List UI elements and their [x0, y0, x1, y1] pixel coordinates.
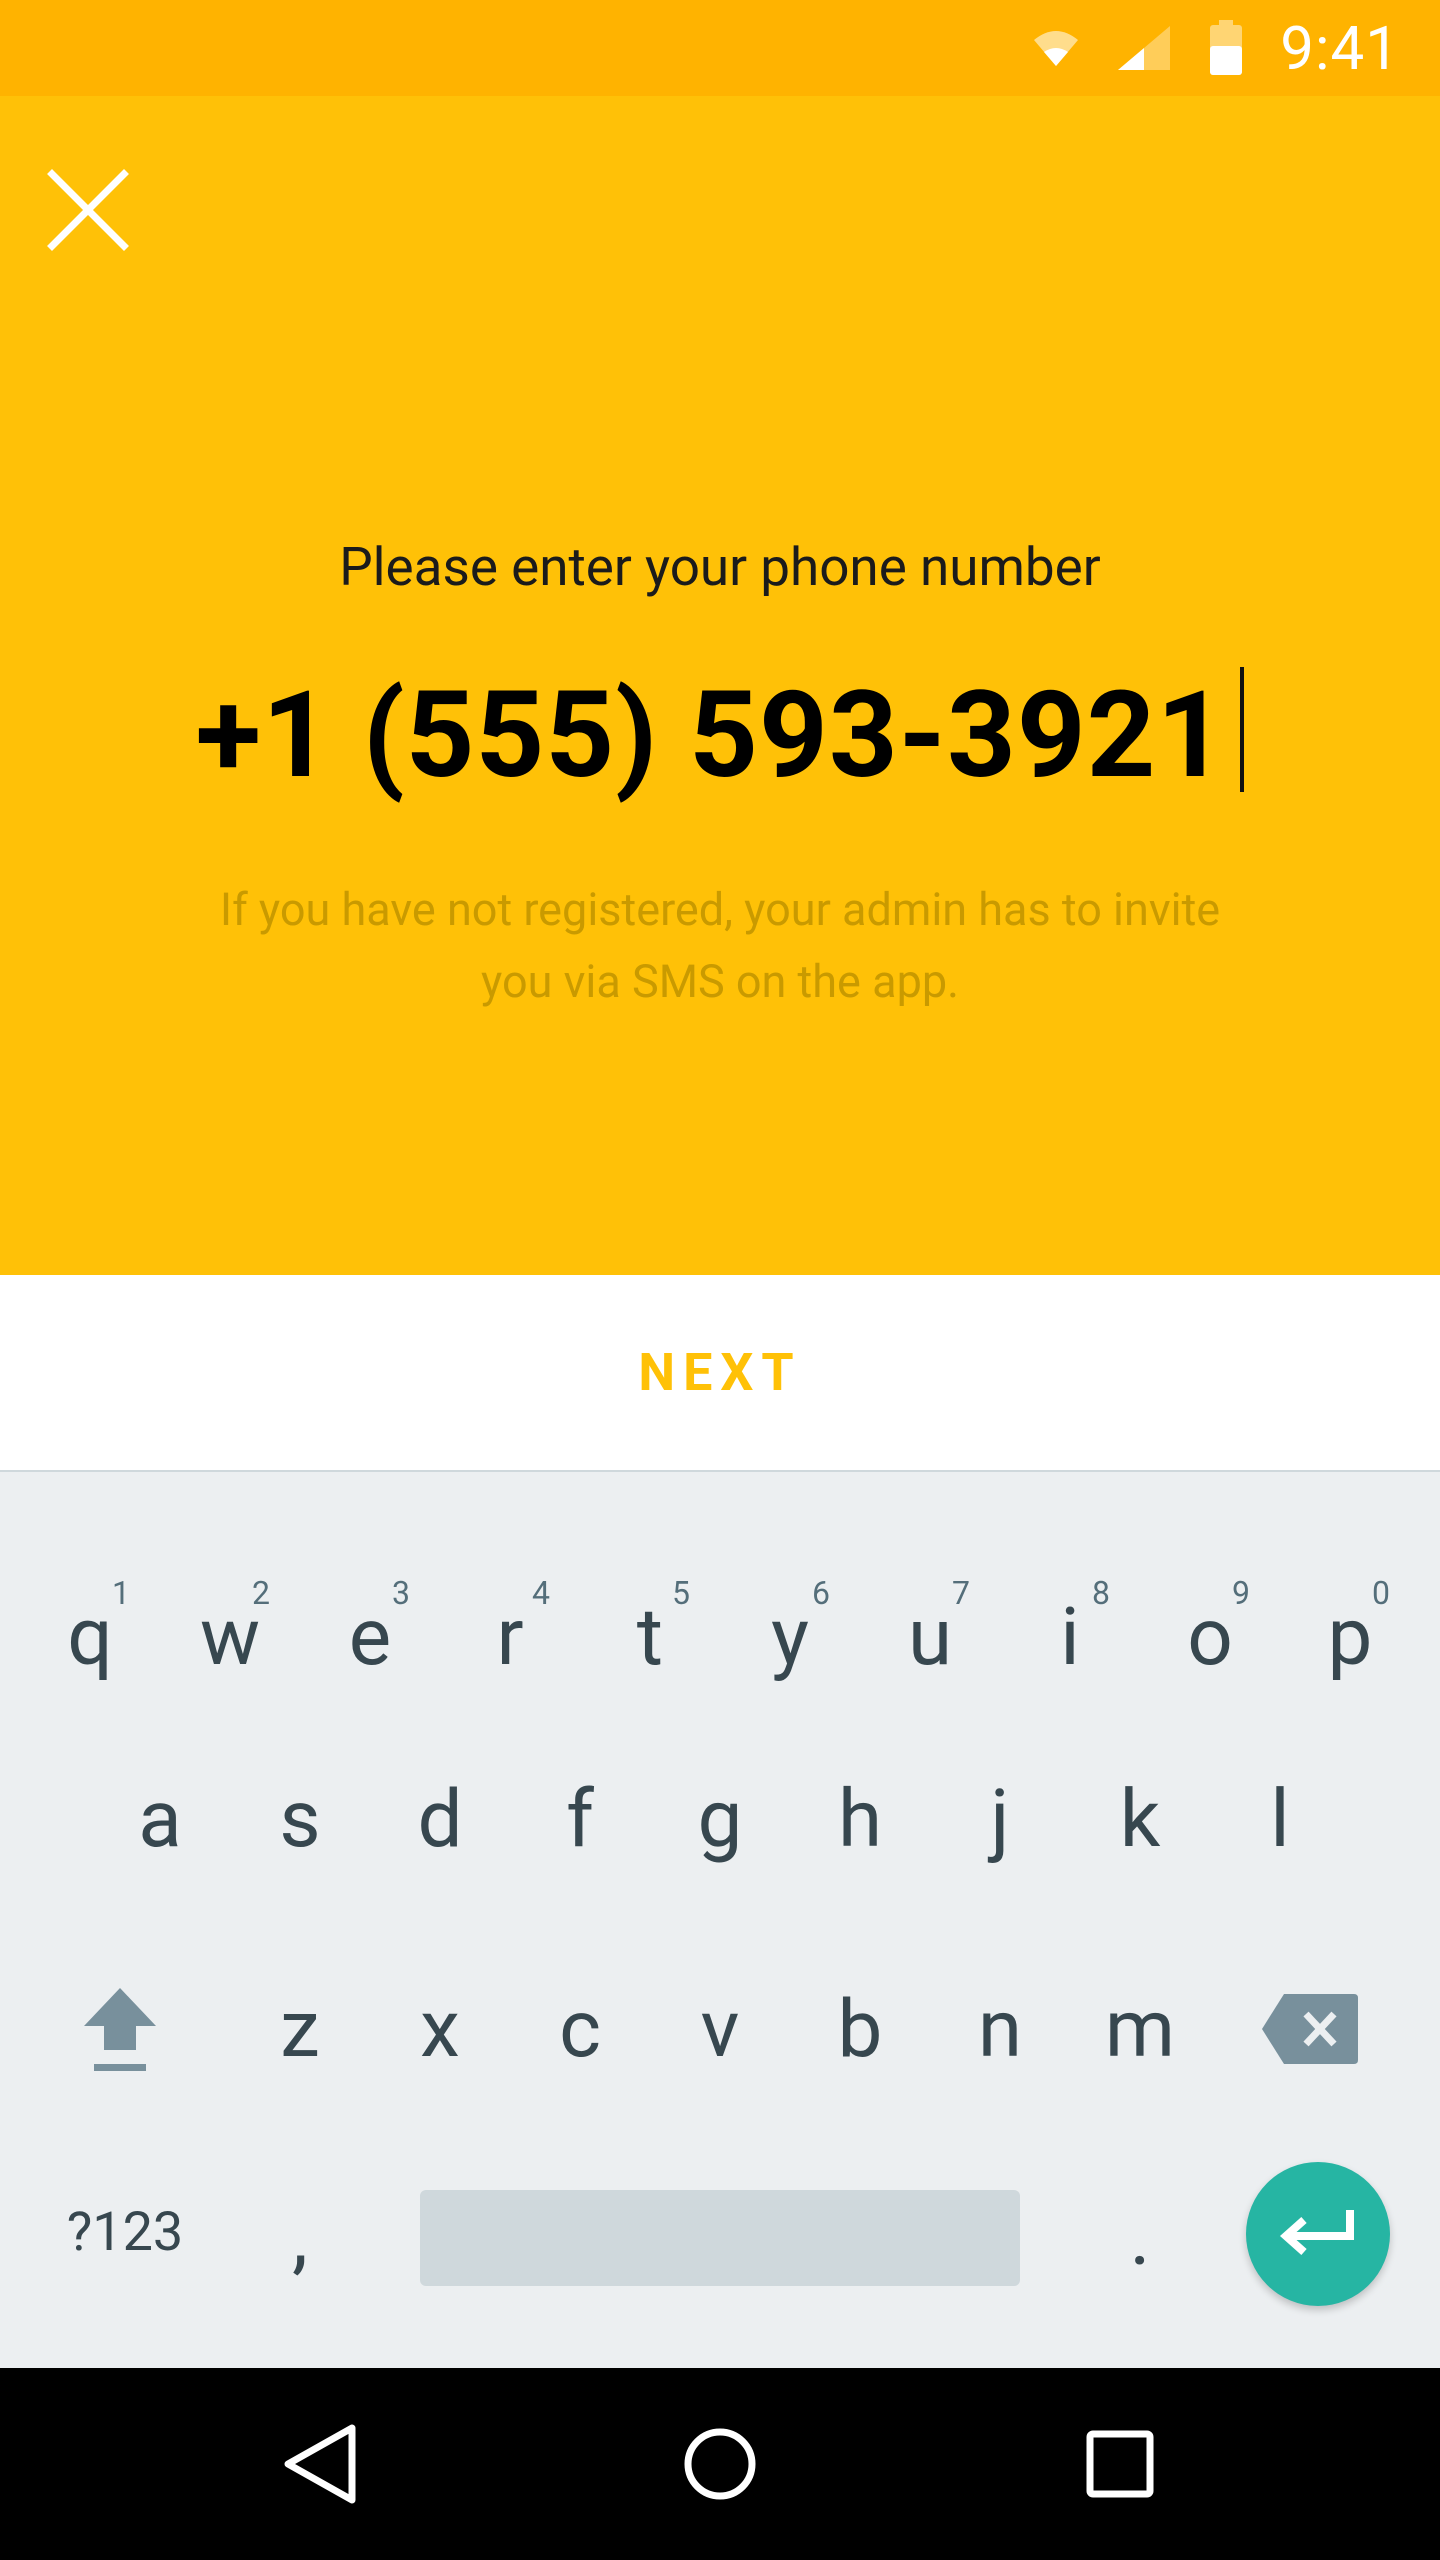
key-label: e — [348, 1590, 392, 1684]
key-hint-number: 2 — [252, 1574, 270, 1612]
phone-number-input[interactable]: +1 (555) 593-3921 — [0, 666, 1440, 806]
key-hint-number: 7 — [952, 1574, 970, 1612]
home-button[interactable] — [660, 2404, 780, 2524]
key-y[interactable]: y6 — [720, 1552, 860, 1722]
key-k[interactable]: k — [1070, 1734, 1210, 1904]
key-z[interactable]: z — [230, 1944, 370, 2114]
back-icon — [284, 2424, 356, 2504]
comma-key[interactable]: , — [230, 2152, 370, 2322]
status-time: 9:41 — [1280, 12, 1400, 84]
status-bar: 9:41 — [0, 0, 1440, 96]
enter-button[interactable] — [1246, 2162, 1390, 2306]
key-o[interactable]: o9 — [1140, 1552, 1280, 1722]
key-w[interactable]: w2 — [160, 1552, 300, 1722]
close-button[interactable] — [40, 162, 136, 258]
next-button[interactable]: NEXT — [598, 1322, 841, 1423]
soft-keyboard: q1 w2 e3 r4 t5 y6 u7 i8 o9 p0 a s d f g … — [0, 1470, 1440, 2368]
key-hint-number: 6 — [812, 1574, 830, 1612]
period-key[interactable]: . — [1070, 2152, 1210, 2322]
key-hint-number: 3 — [392, 1574, 410, 1612]
key-hint-number: 8 — [1092, 1574, 1110, 1612]
key-label: y — [771, 1590, 809, 1684]
home-icon — [684, 2428, 756, 2500]
key-label: u — [907, 1590, 953, 1684]
key-q[interactable]: q1 — [20, 1552, 160, 1722]
battery-icon — [1210, 20, 1243, 75]
phone-prompt: Please enter your phone number — [339, 536, 1101, 598]
key-label: t — [636, 1590, 664, 1684]
backspace-key[interactable] — [1240, 1944, 1380, 2114]
key-l[interactable]: l — [1210, 1734, 1350, 1904]
registration-hint: If you have not registered, your admin h… — [219, 883, 1221, 1008]
enter-icon — [1279, 2210, 1354, 2255]
key-label: q — [67, 1590, 113, 1684]
recents-icon — [1086, 2430, 1154, 2498]
key-hint-number: 1 — [112, 1574, 130, 1612]
key-h[interactable]: h — [790, 1734, 930, 1904]
key-label: p — [1327, 1590, 1373, 1684]
key-n[interactable]: n — [930, 1944, 1070, 2114]
key-s[interactable]: s — [230, 1734, 370, 1904]
key-b[interactable]: b — [790, 1944, 930, 2114]
navigation-bar — [0, 2368, 1440, 2560]
key-t[interactable]: t5 — [580, 1552, 720, 1722]
phone-number-value: +1 (555) 593-3921 — [195, 666, 1227, 806]
key-d[interactable]: d — [370, 1734, 510, 1904]
key-f[interactable]: f — [510, 1734, 650, 1904]
shift-icon — [84, 1988, 156, 2071]
key-hint-number: 5 — [672, 1574, 690, 1612]
key-x[interactable]: x — [370, 1944, 510, 2114]
key-hint-number: 0 — [1372, 1574, 1390, 1612]
key-i[interactable]: i8 — [1000, 1552, 1140, 1722]
key-j[interactable]: j — [930, 1734, 1070, 1904]
close-icon — [47, 169, 129, 251]
key-e[interactable]: e3 — [300, 1552, 440, 1722]
backspace-icon — [1262, 1994, 1358, 2064]
key-v[interactable]: v — [650, 1944, 790, 2114]
key-label: o — [1187, 1590, 1233, 1684]
recents-button[interactable] — [1060, 2404, 1180, 2524]
key-p[interactable]: p0 — [1280, 1552, 1420, 1722]
symbols-key[interactable]: ?123 — [40, 2172, 210, 2292]
key-hint-number: 4 — [532, 1574, 550, 1612]
space-bar[interactable] — [420, 2190, 1020, 2286]
key-hint-number: 9 — [1232, 1574, 1250, 1612]
text-cursor — [1240, 667, 1245, 792]
key-label: r — [496, 1590, 524, 1684]
key-r[interactable]: r4 — [440, 1552, 580, 1722]
cell-signal-icon — [1118, 26, 1171, 70]
back-button[interactable] — [260, 2404, 380, 2524]
key-a[interactable]: a — [90, 1734, 230, 1904]
wifi-icon — [1034, 31, 1079, 66]
phone-entry-panel: Please enter your phone number +1 (555) … — [0, 96, 1440, 1275]
key-m[interactable]: m — [1070, 1944, 1210, 2114]
action-bar: NEXT — [0, 1275, 1440, 1470]
key-label: i — [1060, 1590, 1080, 1684]
key-g[interactable]: g — [650, 1734, 790, 1904]
key-u[interactable]: u7 — [860, 1552, 1000, 1722]
shift-key[interactable] — [50, 1944, 190, 2114]
key-c[interactable]: c — [510, 1944, 650, 2114]
